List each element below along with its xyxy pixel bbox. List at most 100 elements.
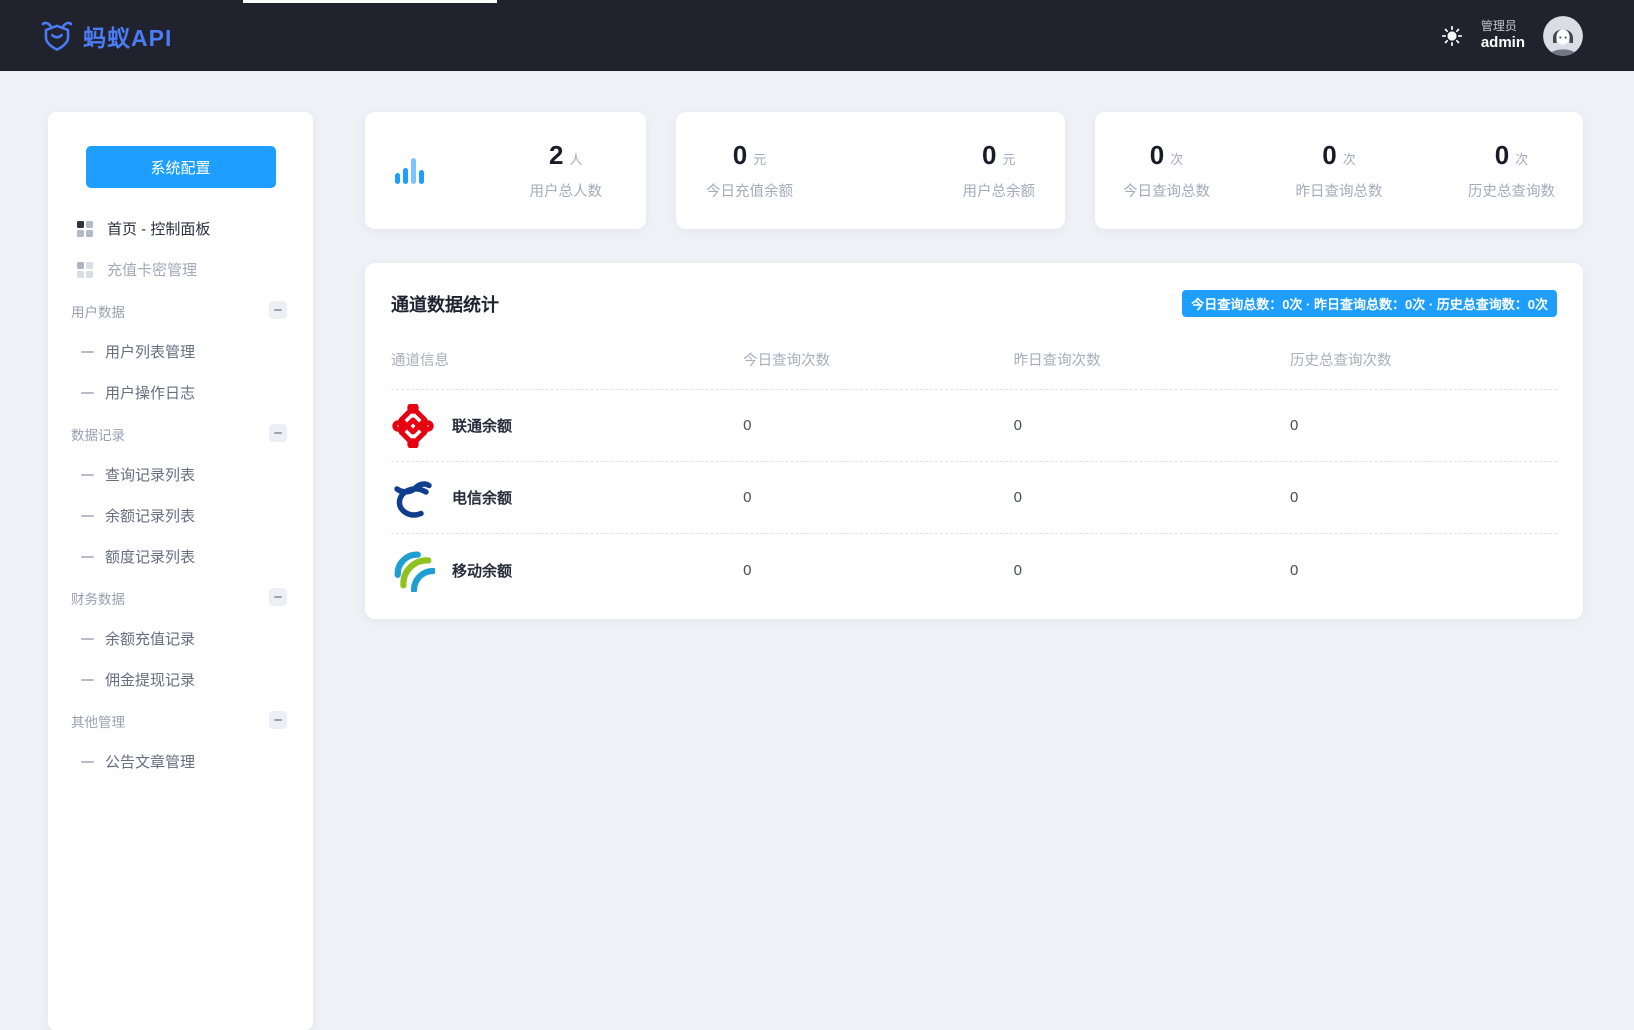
- collapse-minus-icon[interactable]: [269, 424, 287, 442]
- stat-card: 2 人用户总人数: [365, 112, 646, 229]
- dash-icon: [81, 678, 94, 681]
- count-cell: 0: [743, 561, 752, 579]
- sidebar-section-header[interactable]: 其他管理: [48, 700, 313, 741]
- grid-icon-cell: [86, 229, 93, 237]
- count-cell: 0: [743, 417, 752, 434]
- channel-cell: 联通余额: [391, 403, 743, 448]
- count-cell: 0: [1289, 417, 1299, 434]
- channel-cell: 电信余额: [391, 476, 743, 520]
- stat-unit: 元: [1002, 152, 1016, 167]
- stat-value-row: 0元: [706, 140, 793, 171]
- sidebar-subitem[interactable]: 余额充值记录: [48, 618, 313, 659]
- sidebar-subitem-label: 用户操作日志: [105, 385, 196, 402]
- stat-label: 历史总查询数: [1468, 184, 1555, 200]
- stat-label: 昨日查询总数: [1295, 184, 1383, 200]
- count-cell: 0: [1013, 489, 1022, 506]
- sidebar-item[interactable]: 充值卡密管理: [48, 249, 313, 290]
- sidebar-subitem-label: 余额记录列表: [105, 508, 196, 525]
- avatar[interactable]: [1543, 15, 1583, 56]
- collapse-minus-icon[interactable]: [269, 711, 287, 729]
- stat-unit: 元: [753, 152, 767, 167]
- sidebar-subitem[interactable]: 佣金提现记录: [48, 659, 313, 700]
- stat-block: 0 次昨日查询总数: [1296, 140, 1383, 201]
- sidebar-subitem[interactable]: 查询记录列表: [48, 454, 313, 495]
- stat-value-row: 0次: [1468, 140, 1555, 171]
- stat-value: 0: [1494, 140, 1510, 170]
- user-role-label: 管理员: [1480, 18, 1517, 33]
- username-label: admin: [1480, 33, 1525, 51]
- stat-value: 0: [1322, 140, 1337, 170]
- stat-card: 0 元今日充值余额 0 元用户总余额: [676, 112, 1065, 229]
- sidebar-subitem[interactable]: 额度记录列表: [48, 536, 313, 577]
- panel-title: 通道数据统计: [391, 294, 499, 315]
- grid-icon: [77, 220, 93, 237]
- sidebar-subitem[interactable]: 用户操作日志: [48, 372, 313, 413]
- sidebar-section-label: 用户数据: [71, 304, 125, 320]
- bar: [403, 167, 408, 184]
- dash-icon: [81, 473, 94, 476]
- system-config-button[interactable]: 系统配置: [85, 146, 276, 188]
- sidebar-item-label: 充值卡密管理: [107, 262, 198, 279]
- table-body: 联通余额 0 0 0 电信余额 0 0 0 移动余额 0 0 0: [391, 390, 1557, 606]
- sidebar-subitem[interactable]: 余额记录列表: [48, 495, 313, 536]
- stat-value: 0: [1149, 140, 1165, 170]
- minus-glyph: [274, 596, 282, 598]
- channel-name: 移动余额: [452, 562, 513, 580]
- table-header-row: 通道信息 今日查询次数 昨日查询次数 历史总查询次数: [391, 349, 1557, 390]
- stat-block: 0 次今日查询总数: [1123, 140, 1210, 201]
- bar: [419, 169, 424, 184]
- dash-icon: [81, 637, 94, 640]
- dash-icon: [81, 391, 94, 394]
- china-mobile-logo: [391, 548, 435, 592]
- stat-unit: 次: [1515, 152, 1529, 167]
- sidebar-item-label: 首页 - 控制面板: [107, 221, 211, 238]
- china-unicom-logo: [391, 403, 435, 448]
- sidebar-subitem[interactable]: 用户列表管理: [48, 331, 313, 372]
- minus-glyph: [274, 432, 282, 434]
- minus-glyph: [274, 309, 282, 311]
- user-meta[interactable]: 管理员 admin: [1481, 19, 1525, 53]
- column-header: 历史总查询次数: [1289, 353, 1392, 369]
- app-header: 蚂蚁API 管理员 admin: [0, 0, 1634, 71]
- stat-unit: 次: [1170, 152, 1184, 167]
- sidebar-section-header[interactable]: 用户数据: [48, 290, 313, 331]
- ant-shield-icon: [40, 19, 74, 53]
- theme-toggle-sun-icon[interactable]: [1441, 25, 1463, 47]
- stat-block: 2 人用户总人数: [530, 140, 603, 201]
- stat-unit: 人: [569, 152, 583, 167]
- stat-card: 0 次今日查询总数 0 次昨日查询总数 0 次历史总查询数: [1095, 112, 1583, 229]
- sidebar-subitem-label: 查询记录列表: [105, 467, 196, 484]
- stat-label: 用户总余额: [962, 184, 1036, 200]
- sidebar-subitem-label: 公告文章管理: [105, 754, 196, 771]
- bar-chart-icon: [395, 157, 424, 184]
- dash-icon: [81, 760, 94, 763]
- stat-block: 0 元今日充值余额: [706, 140, 793, 201]
- count-cell: 0: [1013, 417, 1022, 434]
- stat-value: 2: [549, 140, 564, 170]
- channel-name: 联通余额: [452, 418, 513, 435]
- stat-label: 今日充值余额: [706, 184, 793, 200]
- stat-unit: 次: [1342, 152, 1356, 167]
- grid-icon-cell: [86, 220, 93, 228]
- channel-name: 电信余额: [452, 490, 513, 507]
- query-totals-badge: 今日查询总数：0次 · 昨日查询总数：0次 · 历史总查询数：0次: [1182, 290, 1557, 317]
- sidebar-subitem-label: 额度记录列表: [105, 549, 196, 566]
- stat-label: 用户总人数: [529, 184, 603, 200]
- stat-value-row: 2人: [530, 140, 603, 171]
- sidebar-section-label: 其他管理: [71, 714, 125, 730]
- sidebar-item-active[interactable]: 首页 - 控制面板: [48, 208, 313, 249]
- panel-head: 通道数据统计 今日查询总数：0次 · 昨日查询总数：0次 · 历史总查询数：0次: [391, 290, 1557, 317]
- dash-icon: [81, 514, 94, 517]
- app-logo[interactable]: 蚂蚁API: [40, 19, 172, 53]
- collapse-minus-icon[interactable]: [269, 301, 287, 319]
- grid-icon-cell: [77, 229, 84, 237]
- count-cell: 0: [1013, 561, 1022, 579]
- sidebar-section-header[interactable]: 财务数据: [48, 577, 313, 618]
- stat-value: 0: [982, 140, 997, 170]
- bar: [411, 157, 416, 184]
- sidebar-section-header[interactable]: 数据记录: [48, 413, 313, 454]
- collapse-minus-icon[interactable]: [269, 588, 287, 606]
- sidebar-subitem[interactable]: 公告文章管理: [48, 741, 313, 782]
- dash-icon: [81, 555, 94, 558]
- app-title: 蚂蚁API: [83, 24, 173, 51]
